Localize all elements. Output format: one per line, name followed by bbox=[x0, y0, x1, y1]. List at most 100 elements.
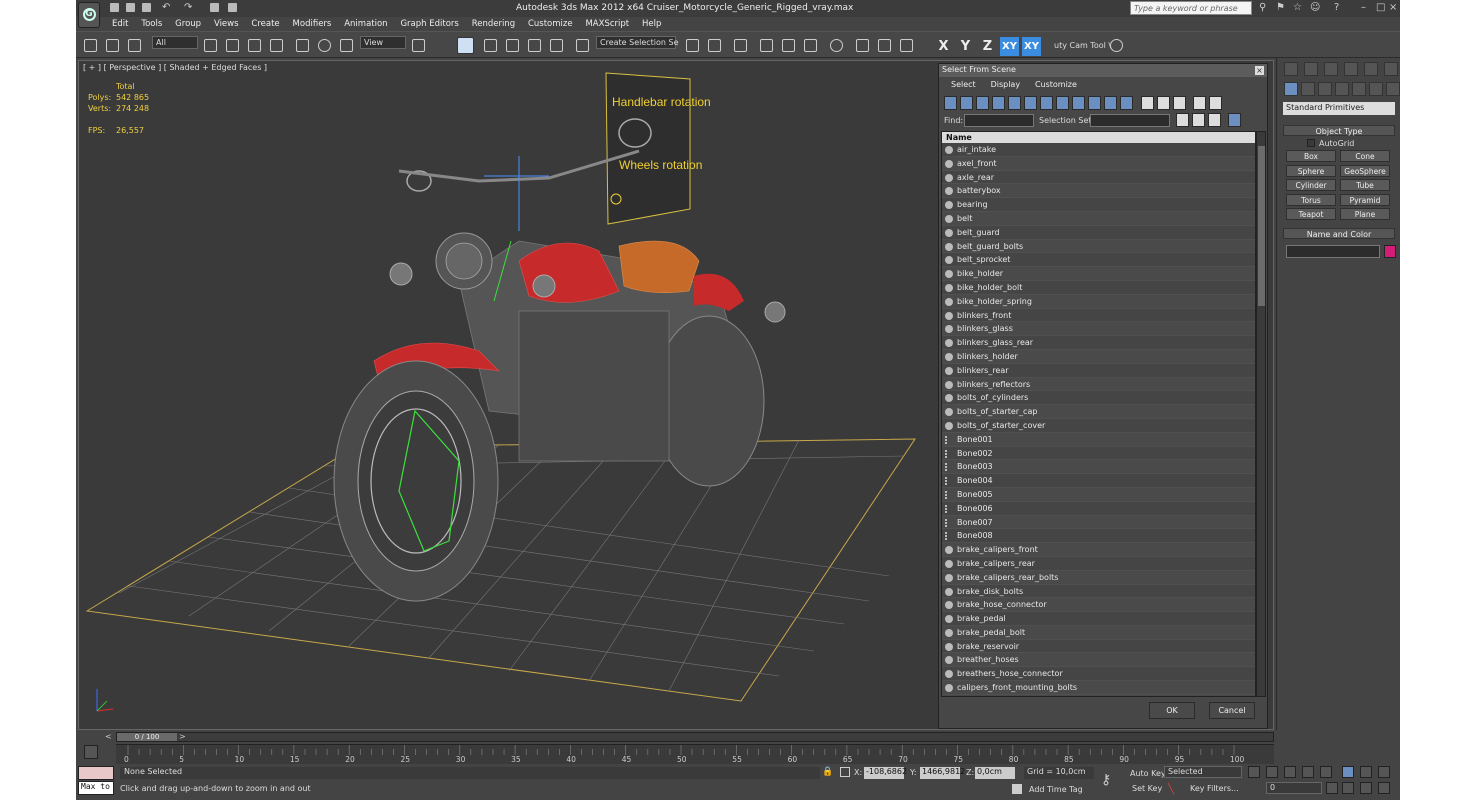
time-tag-icon[interactable] bbox=[1012, 784, 1022, 794]
render-teapot-icon[interactable] bbox=[900, 39, 913, 52]
lights-icon[interactable] bbox=[1318, 82, 1332, 96]
select-invert-icon[interactable] bbox=[1208, 113, 1221, 127]
hierarchy-tab-icon[interactable] bbox=[1324, 62, 1338, 76]
list-item[interactable]: blinkers_glass bbox=[942, 322, 1255, 337]
cone-button[interactable]: Cone bbox=[1340, 150, 1390, 162]
constrain-x-button[interactable]: X bbox=[934, 37, 953, 56]
undo-icon[interactable]: ↶ bbox=[162, 3, 171, 13]
align-icon[interactable] bbox=[708, 39, 721, 52]
previous-frame-icon[interactable] bbox=[1266, 766, 1278, 778]
menu-item-edit[interactable]: Edit bbox=[112, 17, 128, 31]
list-item[interactable]: Bone005 bbox=[942, 487, 1255, 502]
scrollbar-thumb[interactable] bbox=[1258, 146, 1265, 306]
mirror-icon[interactable] bbox=[686, 39, 699, 52]
go-to-start-icon[interactable] bbox=[1248, 766, 1260, 778]
pyramid-button[interactable]: Pyramid bbox=[1340, 194, 1390, 206]
key-mode-dropdown[interactable]: Selected bbox=[1164, 766, 1242, 778]
list-item[interactable]: blinkers_glass_rear bbox=[942, 336, 1255, 350]
geosphere-button[interactable]: GeoSphere bbox=[1340, 165, 1390, 177]
list-item[interactable]: belt bbox=[942, 211, 1255, 226]
cancel-button[interactable]: Cancel bbox=[1209, 702, 1255, 719]
geometry-icon[interactable] bbox=[1284, 82, 1298, 96]
helpers-icon[interactable] bbox=[1352, 82, 1366, 96]
list-item[interactable]: calipers_front_mounting_bolts bbox=[942, 681, 1255, 695]
list-item[interactable]: Bone004 bbox=[942, 474, 1255, 488]
list-item[interactable]: bike_holder bbox=[942, 267, 1255, 281]
reference-coordinate-dropdown[interactable]: View bbox=[360, 36, 406, 49]
select-object-icon[interactable] bbox=[204, 39, 217, 52]
name-color-header[interactable]: Name and Color bbox=[1283, 228, 1395, 239]
play-icon[interactable] bbox=[1284, 766, 1296, 778]
time-slider-thumb[interactable]: 0 / 100 bbox=[117, 733, 177, 741]
schematic-view-icon[interactable] bbox=[804, 39, 817, 52]
menu-item-graph-editors[interactable]: Graph Editors bbox=[400, 17, 458, 31]
menu-item-rendering[interactable]: Rendering bbox=[472, 17, 515, 31]
key-filter-icon[interactable]: ╲ bbox=[1168, 784, 1174, 795]
material-editor-icon[interactable] bbox=[830, 39, 843, 52]
display-none-icon[interactable] bbox=[1157, 96, 1170, 110]
app-logo-icon[interactable]: G bbox=[78, 2, 100, 28]
select-by-name-icon[interactable] bbox=[226, 39, 239, 52]
next-frame-icon[interactable] bbox=[1302, 766, 1314, 778]
y-coord-field[interactable]: 1466,9812 bbox=[920, 767, 965, 779]
display-cameras-icon[interactable] bbox=[992, 96, 1005, 110]
snap-toggle-icon[interactable] bbox=[484, 39, 497, 52]
layer-manager-icon[interactable] bbox=[734, 39, 747, 52]
select-manipulate-icon[interactable] bbox=[457, 37, 474, 54]
maxscript-mini-listener[interactable]: Max to bbox=[78, 781, 114, 795]
help-icon[interactable]: ? bbox=[1334, 3, 1344, 13]
menu-item-animation[interactable]: Animation bbox=[344, 17, 387, 31]
list-item[interactable]: axle_rear bbox=[942, 170, 1255, 185]
pivot-center-icon[interactable] bbox=[412, 39, 425, 52]
sphere-button[interactable]: Sphere bbox=[1286, 165, 1336, 177]
menu-item-maxscript[interactable]: MAXScript bbox=[585, 17, 629, 31]
redo-icon[interactable]: ↷ bbox=[184, 3, 193, 13]
track-bar[interactable]: 0 5 10 15 20 25 30 35 40 45 50 55 60 65 70 75 80 85 90 95 10… bbox=[116, 744, 1274, 764]
display-shapes-icon[interactable] bbox=[960, 96, 973, 110]
menu-item-tools[interactable]: Tools bbox=[141, 17, 162, 31]
list-item[interactable]: axel_front bbox=[942, 156, 1255, 171]
list-item[interactable]: breathers_hose_connector bbox=[942, 667, 1255, 682]
name-column-header[interactable]: Name bbox=[942, 132, 1255, 143]
menu-item-group[interactable]: Group bbox=[175, 17, 201, 31]
communication-center-icon[interactable]: ⚑ bbox=[1276, 3, 1286, 13]
user-icon[interactable]: ☺ bbox=[1310, 3, 1320, 13]
menu-item-create[interactable]: Create bbox=[251, 17, 279, 31]
unlink-icon[interactable] bbox=[106, 39, 119, 52]
sync-selection-icon[interactable] bbox=[1228, 113, 1241, 127]
space-warps-icon[interactable] bbox=[1369, 82, 1383, 96]
plane-button[interactable]: Plane bbox=[1340, 208, 1390, 220]
angle-snap-icon[interactable] bbox=[506, 39, 519, 52]
list-item[interactable]: blinkers_reflectors bbox=[942, 377, 1255, 392]
display-all-icon[interactable] bbox=[1141, 96, 1154, 110]
list-item[interactable]: bearing bbox=[942, 198, 1255, 212]
time-slider[interactable]: 0 / 100 < > bbox=[105, 732, 1274, 742]
percent-snap-icon[interactable] bbox=[528, 39, 541, 52]
time-configuration-icon[interactable] bbox=[1326, 782, 1338, 794]
mini-curve-editor-icon[interactable] bbox=[84, 745, 98, 759]
minimize-icon[interactable]: – bbox=[1361, 3, 1371, 13]
curve-editor-icon[interactable] bbox=[782, 39, 795, 52]
rotate-icon[interactable] bbox=[318, 39, 331, 52]
new-file-icon[interactable] bbox=[110, 3, 119, 12]
absolute-mode-icon[interactable] bbox=[840, 767, 850, 777]
constrain-xy-cycle-button[interactable]: XY bbox=[1022, 37, 1041, 56]
systems-icon[interactable] bbox=[1386, 82, 1400, 96]
save-file-icon[interactable] bbox=[142, 3, 151, 12]
object-color-swatch[interactable] bbox=[1384, 245, 1396, 258]
camtool-label[interactable]: uty Cam Tool \ bbox=[1054, 41, 1111, 50]
menu-item-views[interactable]: Views bbox=[214, 17, 239, 31]
list-item[interactable]: Bone007 bbox=[942, 515, 1255, 530]
box-button[interactable]: Box bbox=[1286, 150, 1336, 162]
spinner-snap-icon[interactable] bbox=[550, 39, 563, 52]
time-slider-left-arrow-icon[interactable]: < bbox=[105, 732, 112, 741]
dialog-close-icon[interactable]: × bbox=[1255, 66, 1264, 75]
list-item[interactable]: Bone003 bbox=[942, 460, 1255, 475]
select-none-icon[interactable] bbox=[1192, 113, 1205, 127]
graphite-ribbon-icon[interactable] bbox=[760, 39, 773, 52]
list-item[interactable]: brake_calipers_front bbox=[942, 543, 1255, 557]
primitive-category-dropdown[interactable]: Standard Primitives bbox=[1283, 102, 1395, 115]
field-of-view-icon[interactable] bbox=[1342, 782, 1354, 794]
list-item[interactable]: Bone006 bbox=[942, 501, 1255, 516]
constrain-y-button[interactable]: Y bbox=[956, 37, 975, 56]
